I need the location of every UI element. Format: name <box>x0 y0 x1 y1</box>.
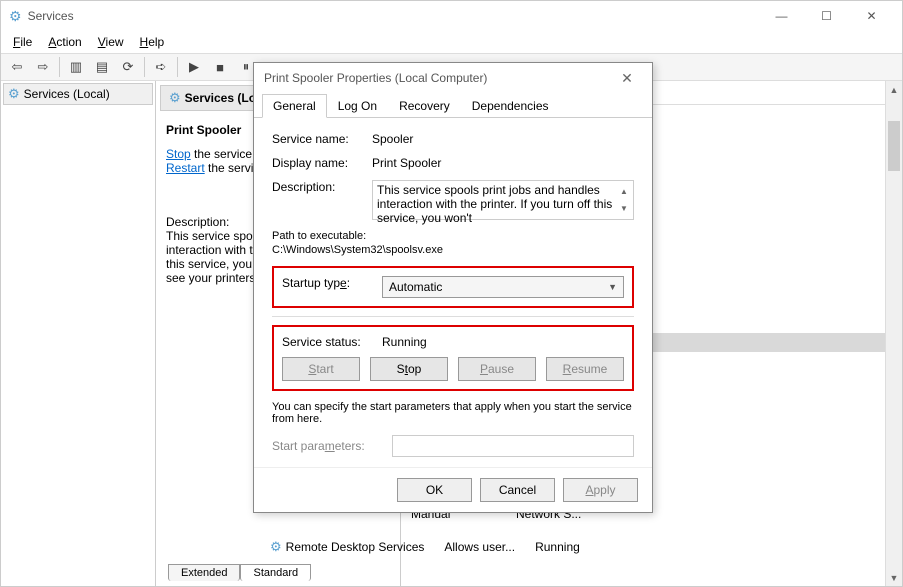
lbl-service-name: Service name: <box>272 132 372 146</box>
tab-dependencies[interactable]: Dependencies <box>461 94 560 118</box>
menu-action[interactable]: Action <box>40 35 89 49</box>
tree-label: Services (Local) <box>24 87 110 101</box>
resume-button: Resume <box>546 357 624 381</box>
scroll-down-icon[interactable]: ▼ <box>886 569 902 586</box>
export-icon[interactable]: ➪ <box>149 55 173 79</box>
visible-row-bottom[interactable]: ⚙ Remote Desktop Services Allows user...… <box>270 537 885 557</box>
bottom-tabs: Extended Standard <box>168 564 311 581</box>
description-text: This service spools print jobs and handl… <box>377 183 612 225</box>
gear-icon: ⚙ <box>8 86 20 102</box>
scroll-thumb[interactable] <box>888 121 900 171</box>
val-service-status: Running <box>382 335 624 349</box>
properties-dialog: Print Spooler Properties (Local Computer… <box>253 62 653 513</box>
show-hide-icon[interactable]: ▥ <box>64 55 88 79</box>
refresh-icon[interactable]: ⟳ <box>116 55 140 79</box>
desc-down-icon[interactable]: ▼ <box>617 200 631 217</box>
bottom-svc: Remote Desktop Services <box>286 540 425 554</box>
titlebar: ⚙ Services — ☐ ✕ <box>1 1 902 31</box>
vertical-scrollbar[interactable]: ▲ ▼ <box>885 81 902 586</box>
lbl-start-params: Start parameters: <box>272 439 392 453</box>
val-service-name: Spooler <box>372 132 634 146</box>
highlight-service-status: Service status: Running Start Stop Pause… <box>272 325 634 391</box>
stop-link[interactable]: Stop <box>166 147 191 161</box>
menubar: File Action View Help <box>1 31 902 53</box>
app-icon: ⚙ <box>9 8 22 25</box>
forward-button[interactable]: ⇨ <box>31 55 55 79</box>
dialog-titlebar: Print Spooler Properties (Local Computer… <box>254 63 652 93</box>
minimize-button[interactable]: — <box>759 1 804 31</box>
menu-help[interactable]: Help <box>132 35 173 49</box>
lbl-description: Description: <box>272 180 372 194</box>
description-box[interactable]: This service spools print jobs and handl… <box>372 180 634 220</box>
dialog-tabs: General Log On Recovery Dependencies <box>254 93 652 118</box>
stop-icon[interactable]: ■ <box>208 55 232 79</box>
chevron-down-icon: ▼ <box>608 282 617 292</box>
bottom-col2: Allows user... <box>444 540 515 554</box>
close-button[interactable]: ✕ <box>849 1 894 31</box>
pause-button: Pause <box>458 357 536 381</box>
lbl-service-status: Service status: <box>282 335 382 349</box>
tab-extended[interactable]: Extended <box>168 564 240 581</box>
dialog-close-button[interactable]: ✕ <box>612 70 642 87</box>
lbl-display-name: Display name: <box>272 156 372 170</box>
menu-file[interactable]: File <box>5 35 40 49</box>
scroll-up-icon[interactable]: ▲ <box>886 81 902 98</box>
bottom-col3: Running <box>535 540 580 554</box>
val-path: C:\Windows\System32\spoolsv.exe <box>272 244 634 256</box>
highlight-startup-type: Startup type: Automatic ▼ <box>272 266 634 308</box>
play-icon[interactable]: ▶ <box>182 55 206 79</box>
startup-type-value: Automatic <box>389 280 442 294</box>
menu-view[interactable]: View <box>90 35 132 49</box>
properties-icon[interactable]: ▤ <box>90 55 114 79</box>
start-button: Start <box>282 357 360 381</box>
desc-up-icon[interactable]: ▲ <box>617 183 631 200</box>
maximize-button[interactable]: ☐ <box>804 1 849 31</box>
gear-icon: ⚙ <box>270 539 282 555</box>
stop-text: the service <box>191 147 252 161</box>
window-title: Services <box>28 9 759 23</box>
lbl-startup-type: Startup type: <box>282 276 382 290</box>
tab-standard[interactable]: Standard <box>240 564 311 581</box>
dialog-title: Print Spooler Properties (Local Computer… <box>264 71 612 85</box>
stop-button[interactable]: Stop <box>370 357 448 381</box>
cancel-button[interactable]: Cancel <box>480 478 555 502</box>
restart-link[interactable]: Restart <box>166 161 205 175</box>
tab-recovery[interactable]: Recovery <box>388 94 461 118</box>
start-params-input <box>392 435 634 457</box>
tree-services-local[interactable]: ⚙ Services (Local) <box>3 83 153 105</box>
val-display-name: Print Spooler <box>372 156 634 170</box>
ok-button[interactable]: OK <box>397 478 472 502</box>
left-pane: ⚙ Services (Local) <box>1 81 156 586</box>
note-text: You can specify the start parameters tha… <box>272 401 634 425</box>
lbl-path: Path to executable: <box>272 230 634 242</box>
tab-general[interactable]: General <box>262 94 327 118</box>
back-button[interactable]: ⇦ <box>5 55 29 79</box>
startup-type-select[interactable]: Automatic ▼ <box>382 276 624 298</box>
tab-logon[interactable]: Log On <box>327 94 388 118</box>
gear-icon: ⚙ <box>169 90 181 106</box>
apply-button: Apply <box>563 478 638 502</box>
